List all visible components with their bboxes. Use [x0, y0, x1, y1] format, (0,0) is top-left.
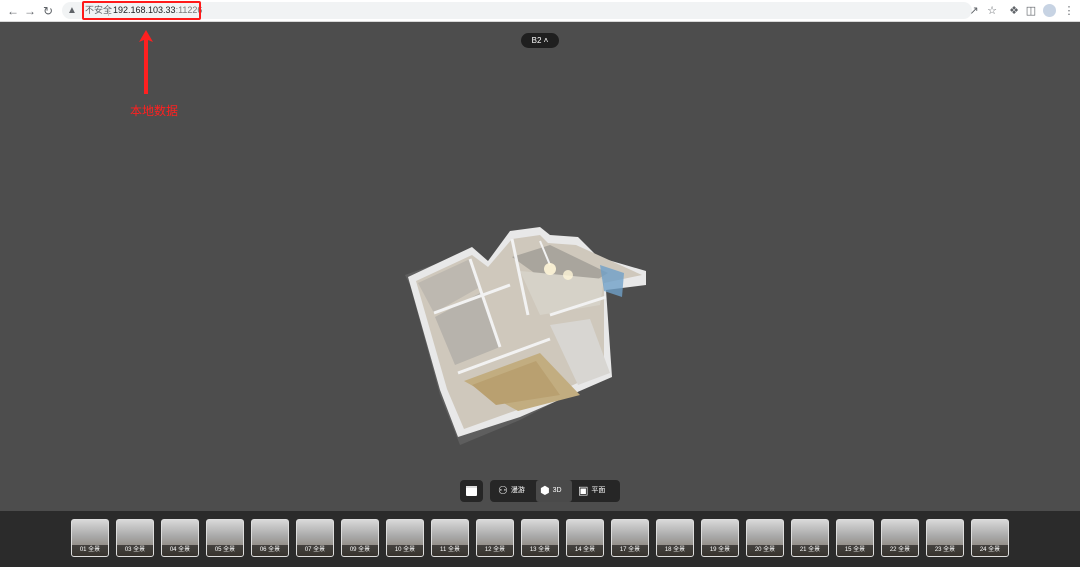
- panorama-thumbnail[interactable]: 12 全景: [476, 519, 514, 557]
- panorama-thumbnail[interactable]: 13 全景: [521, 519, 559, 557]
- url-highlight-box: [82, 1, 201, 20]
- 3d-floorplan-model[interactable]: [400, 205, 650, 455]
- panorama-thumbnail[interactable]: 15 全景: [836, 519, 874, 557]
- panorama-thumbnail[interactable]: 19 全景: [701, 519, 739, 557]
- thumbnail-label: 14 全景: [567, 545, 603, 556]
- mode-floorplan-label: 平面: [591, 487, 606, 494]
- thumbnail-label: 17 全景: [612, 545, 648, 556]
- extensions-puzzle-icon[interactable]: ❖: [1006, 3, 1022, 19]
- mode-floorplan-button[interactable]: ▣ 平面: [578, 480, 605, 502]
- panorama-thumbnail[interactable]: 14 全景: [566, 519, 604, 557]
- forward-icon[interactable]: →: [22, 3, 38, 19]
- warning-icon[interactable]: ▲: [67, 4, 77, 17]
- thumbnail-label: 24 全景: [972, 545, 1008, 556]
- thumbnail-label: 13 全景: [522, 545, 558, 556]
- thumbnail-label: 09 全景: [342, 545, 378, 556]
- panorama-thumbnail[interactable]: 03 全景: [116, 519, 154, 557]
- panorama-thumbnail[interactable]: 11 全景: [431, 519, 469, 557]
- thumbnail-label: 22 全景: [882, 545, 918, 556]
- share-icon[interactable]: ↗: [966, 3, 982, 19]
- panorama-thumbnail[interactable]: 04 全景: [161, 519, 199, 557]
- panorama-thumbnail[interactable]: 01 全景: [71, 519, 109, 557]
- panorama-thumbnail-strip: 01 全景 03 全景 04 全景 05 全景 06 全景 07 全景 09 全…: [0, 511, 1080, 567]
- cube-icon: ⬢: [540, 485, 550, 497]
- floor-label: B2: [531, 36, 542, 45]
- floor-selector[interactable]: B2 ˄: [521, 33, 559, 48]
- floorplan-icon: ▣: [578, 485, 589, 497]
- panorama-thumbnail[interactable]: 10 全景: [386, 519, 424, 557]
- panorama-thumbnail[interactable]: 20 全景: [746, 519, 784, 557]
- mode-3d-button[interactable]: ⬢ 3D: [536, 480, 572, 502]
- panorama-thumbnail[interactable]: 09 全景: [341, 519, 379, 557]
- thumbnail-label: 03 全景: [117, 545, 153, 556]
- thumbnail-label: 20 全景: [747, 545, 783, 556]
- walk-icon: ⚇: [498, 485, 508, 497]
- thumbnail-label: 18 全景: [657, 545, 693, 556]
- panorama-thumbnail[interactable]: 24 全景: [971, 519, 1009, 557]
- thumbnail-label: 12 全景: [477, 545, 513, 556]
- panorama-thumbnail[interactable]: 06 全景: [251, 519, 289, 557]
- thumbnail-label: 10 全景: [387, 545, 423, 556]
- mode-3d-label: 3D: [552, 487, 562, 494]
- bookmark-star-icon[interactable]: ☆: [984, 3, 1000, 19]
- panorama-thumbnail[interactable]: 18 全景: [656, 519, 694, 557]
- thumbnail-label: 06 全景: [252, 545, 288, 556]
- dollhouse-view-button[interactable]: [460, 480, 483, 502]
- side-panel-icon[interactable]: ◫: [1023, 3, 1039, 19]
- view-mode-toggle: ⚇ 漫游 ⬢ 3D ▣ 平面: [490, 480, 620, 502]
- annotation-arrow-icon: [139, 30, 153, 94]
- thumbnail-label: 11 全景: [432, 545, 468, 556]
- thumbnail-label: 07 全景: [297, 545, 333, 556]
- thumbnail-label: 05 全景: [207, 545, 243, 556]
- chevron-up-icon: ˄: [543, 36, 549, 45]
- thumbnail-label: 04 全景: [162, 545, 198, 556]
- panorama-thumbnail[interactable]: 21 全景: [791, 519, 829, 557]
- thumbnail-label: 19 全景: [702, 545, 738, 556]
- thumbnail-label: 15 全景: [837, 545, 873, 556]
- folder-icon: [466, 486, 477, 496]
- thumbnail-label: 23 全景: [927, 545, 963, 556]
- annotation-label: 本地数据: [130, 104, 179, 118]
- profile-avatar[interactable]: [1043, 4, 1056, 17]
- mode-walk-label: 漫游: [510, 487, 525, 494]
- thumbnail-label: 01 全景: [72, 545, 108, 556]
- menu-kebab-icon[interactable]: ⋮: [1061, 3, 1077, 19]
- panorama-thumbnail[interactable]: 23 全景: [926, 519, 964, 557]
- reload-icon[interactable]: ↻: [40, 3, 56, 19]
- mode-walk-button[interactable]: ⚇ 漫游: [498, 480, 525, 502]
- panorama-thumbnail[interactable]: 07 全景: [296, 519, 334, 557]
- back-icon[interactable]: ←: [5, 3, 21, 19]
- thumbnail-label: 21 全景: [792, 545, 828, 556]
- panorama-thumbnail[interactable]: 17 全景: [611, 519, 649, 557]
- panorama-thumbnail[interactable]: 05 全景: [206, 519, 244, 557]
- panorama-thumbnail[interactable]: 22 全景: [881, 519, 919, 557]
